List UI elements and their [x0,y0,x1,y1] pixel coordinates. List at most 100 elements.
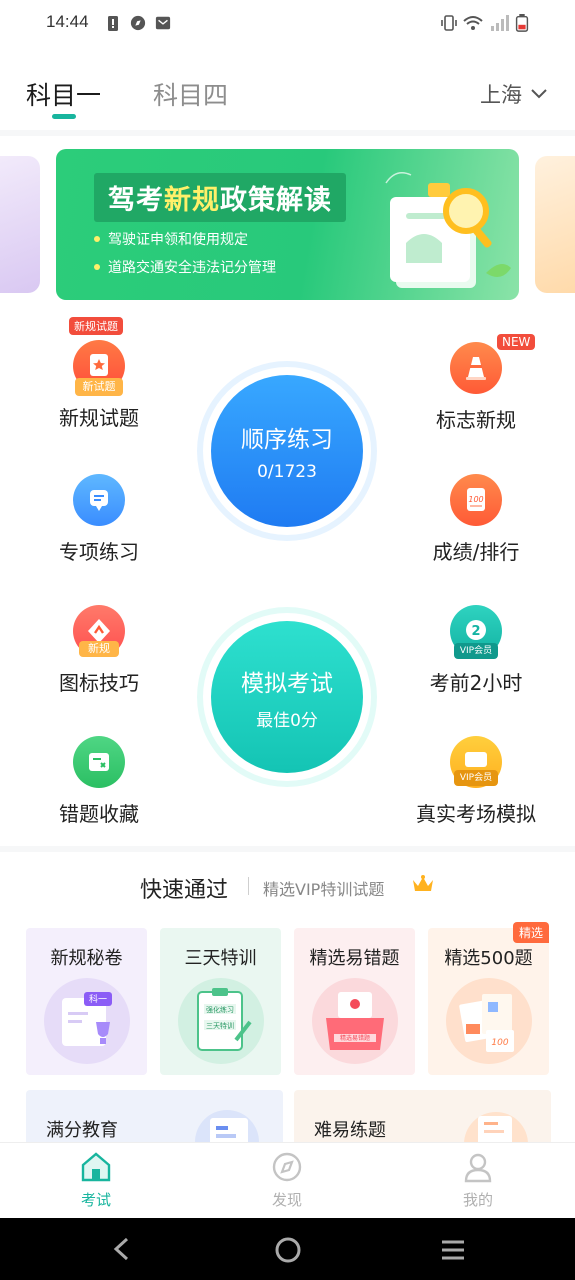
clipboard-illustration: 强化练习 三天特训 [178,978,264,1064]
new-badge: NEW [497,334,536,350]
feature-new-rules-questions[interactable]: 新试题 新规试题 新规试题 [19,317,179,431]
x-doc-icon [89,753,109,771]
exam-papers-icon: 100 [459,994,514,1052]
card-label: 新规秘卷 [50,948,123,969]
chat-doc-icon [90,490,108,511]
alarm-clock-icon: 2 VIP会员 [450,605,502,659]
feature-last-two-hours[interactable]: 2 VIP会员 考前2小时 [396,605,556,696]
tab-subject-one[interactable]: 科目一 [26,76,101,112]
chevron-down-icon [531,89,547,99]
mock-exam-title: 模拟考试 [241,670,333,697]
new-rules-badge: 新规试题 [69,317,123,335]
system-nav-bar [0,1218,575,1280]
banner-next-peek[interactable] [535,156,575,293]
clock-two-icon: 2 [466,620,486,640]
back-icon[interactable] [110,1236,134,1262]
vip-tag: VIP会员 [454,770,498,786]
card-selected-500[interactable]: 精选 精选500题 100 [428,922,549,1075]
nav-exam[interactable]: 考试 [56,1151,136,1210]
feature-label: 考前2小时 [429,671,523,695]
wifi-icon [463,16,483,30]
sequential-practice-ring: 顺序练习 0/1723 [203,367,371,535]
banner-bullet: 驾驶证申领和使用规定 [94,229,248,249]
card-three-day-training[interactable]: 三天特训 强化练习 三天特训 [160,928,281,1075]
feature-label: 专项练习 [59,540,139,564]
nav-discover[interactable]: 发现 [247,1151,327,1210]
nav-label: 发现 [271,1191,302,1209]
icon-tips-icon: 新规 [73,605,125,657]
feature-real-exam-sim[interactable]: VIP会员 真实考场模拟 [396,736,556,827]
card-selected-error-prone[interactable]: 精选易错题 精选易错题 [294,928,415,1075]
trophy-icon: 科一 [62,992,112,1046]
clipboard-icon: 强化练习三天特训 [197,988,252,1051]
banner-bullet-text: 道路交通安全违法记分管理 [108,260,276,276]
home-icon [81,1152,111,1182]
app-page: 14:44 科目一 科目四 上海 驾考新规政策解读 驾驶证申领和使用规定 道路交… [0,0,575,1280]
title-separator [248,877,249,895]
signal-icon [491,15,509,31]
nav-label: 我的 [462,1191,493,1209]
wrong-questions-icon [73,736,125,788]
feature-sign-new-rules[interactable]: NEW 标志新规 [396,334,556,433]
bullet-dot [94,264,100,270]
feature-icon-tips[interactable]: 新规 图标技巧 [19,605,179,696]
traffic-cone-icon [450,342,502,394]
header-divider [0,130,575,136]
mock-exam-best: 最佳0分 [256,710,318,731]
banner-bullet: 道路交通安全违法记分管理 [94,257,276,277]
wrong-box-icon: 精选易错题 [326,992,384,1050]
feature-label: 错题收藏 [59,802,139,826]
mock-exam-circle: 模拟考试 最佳0分 [211,621,363,773]
card-art-text: 100 [491,1038,508,1048]
tab-subject-four[interactable]: 科目四 [153,76,228,112]
status-bar: 14:44 [0,0,575,48]
banner-prev-peek[interactable] [0,156,40,293]
sequential-practice-circle: 顺序练习 0/1723 [211,375,363,527]
box-illustration: 精选易错题 [312,978,398,1064]
section-divider [0,846,575,852]
card-label: 满分教育 [46,1120,118,1141]
banner-title-suffix: 政策解读 [220,185,332,216]
bullet-dot [94,236,100,242]
feature-label: 新规试题 [59,406,139,430]
status-time: 14:44 [46,12,89,31]
papers-illustration: 100 [446,978,532,1064]
banner-bullet-text: 驾驶证申领和使用规定 [108,232,248,248]
cone-icon [466,357,486,380]
card-art-text: 科一 [89,993,107,1005]
battery-icon [515,14,529,32]
active-tab-indicator [52,114,76,119]
card-label: 难易练题 [314,1120,386,1141]
icon-tips-icon-text: 新规 [79,641,119,657]
quick-pass-subtitle[interactable]: 精选VIP特训试题 [263,876,384,900]
score-text: 100 [468,495,483,504]
feature-wrong-collection[interactable]: 错题收藏 [19,736,179,827]
feature-scores-ranking[interactable]: 100 成绩/排行 [396,474,556,565]
sequential-practice-button[interactable]: 顺序练习 0/1723 [197,361,377,541]
policy-banner[interactable]: 驾考新规政策解读 驾驶证申领和使用规定 道路交通安全违法记分管理 [56,149,519,300]
nav-label: 考试 [80,1191,111,1209]
user-icon [464,1153,492,1183]
card-art-text: 强化练习 [206,1005,234,1014]
mail-app-icon [155,16,171,30]
card-art-text: 三天特训 [206,1021,234,1030]
card-art-text: 精选易错题 [340,1034,370,1042]
card-label: 精选易错题 [309,948,400,969]
feature-topic-practice[interactable]: 专项练习 [19,474,179,565]
feature-label: 真实考场模拟 [416,802,536,826]
mock-exam-button[interactable]: 模拟考试 最佳0分 [197,607,377,787]
banner-title: 驾考新规政策解读 [94,173,346,222]
city-selector[interactable]: 上海 [480,79,548,109]
banner-title-prefix: 驾考 [108,185,164,216]
card-label: 精选500题 [444,948,533,969]
bottom-nav: 考试 发现 我的 [0,1142,575,1218]
city-label: 上海 [480,83,522,107]
trophy-doc-illustration: 科一 [44,978,130,1064]
vip-tag: VIP会员 [454,643,498,659]
compass-icon [272,1152,302,1182]
home-button-icon[interactable] [274,1236,302,1264]
nav-mine[interactable]: 我的 [438,1151,518,1210]
card-new-rules-secret[interactable]: 新规秘卷 科一 [26,928,147,1075]
quick-pass-title: 快速通过 [140,878,229,903]
recents-icon[interactable] [440,1239,466,1261]
